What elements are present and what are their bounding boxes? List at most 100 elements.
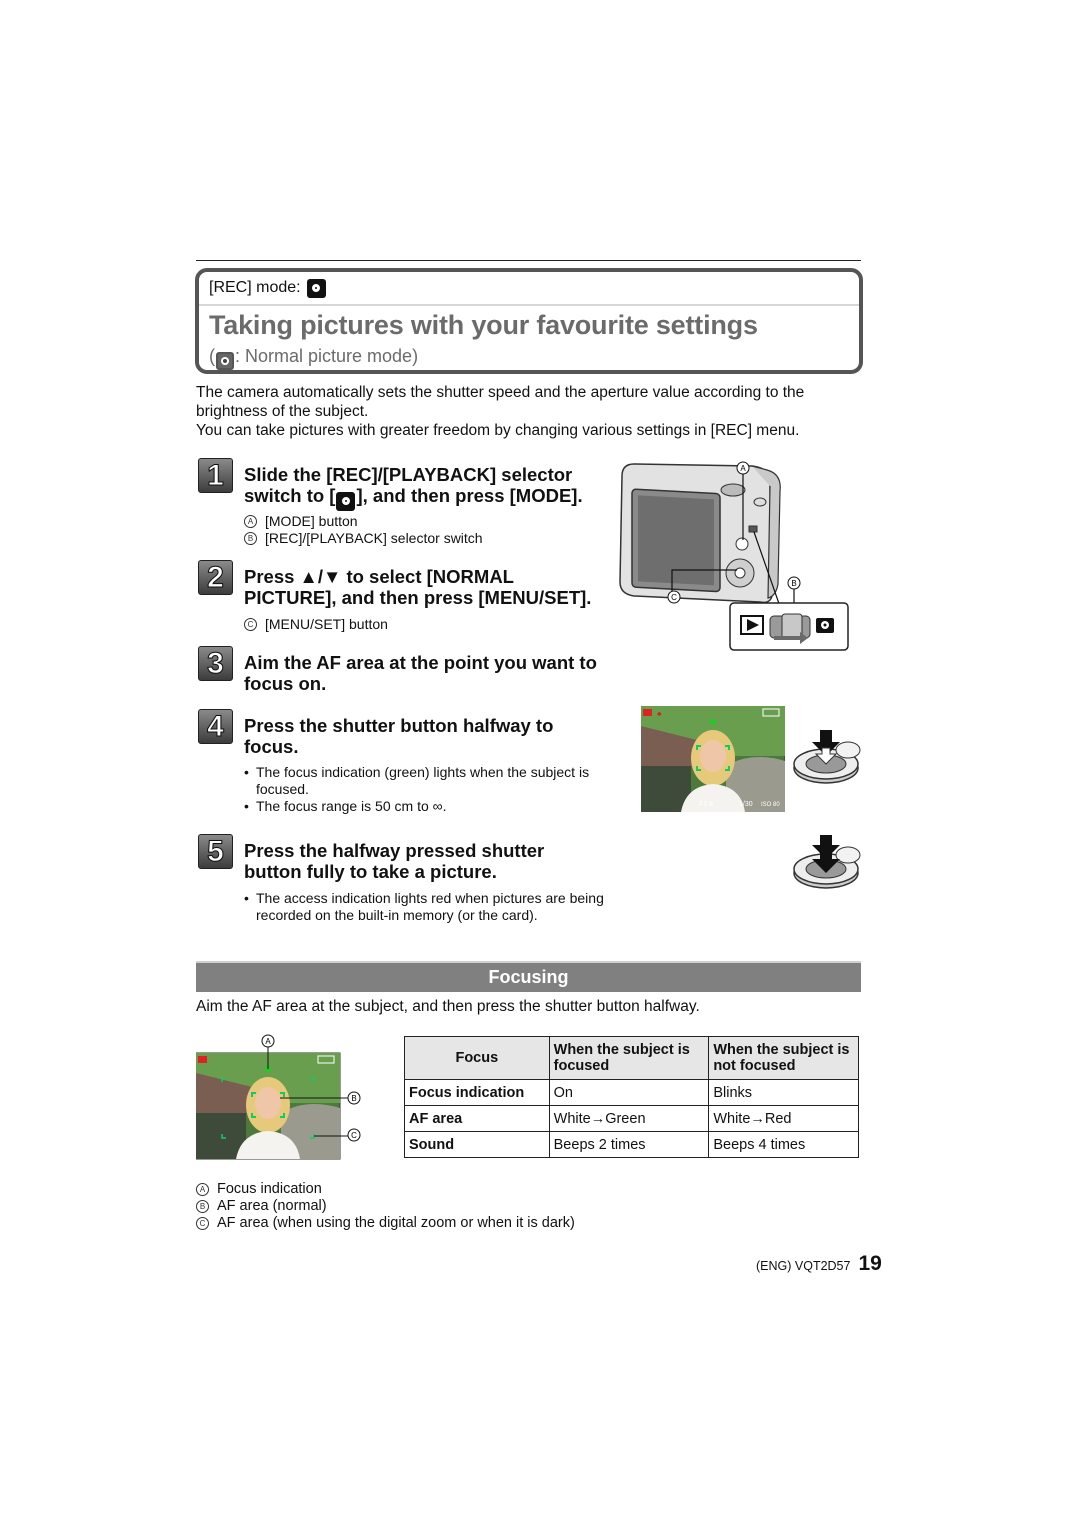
step-title-part: ], and then press [MODE]. bbox=[356, 485, 583, 506]
step-number-1: 1 bbox=[198, 458, 233, 493]
legend-text: AF area (when using the digital zoom or … bbox=[217, 1215, 575, 1231]
marker-c-icon: C bbox=[196, 1217, 209, 1230]
camera-body bbox=[619, 463, 781, 604]
camera-back-illustration: A B C bbox=[619, 461, 849, 651]
step-3-title: Aim the AF area at the point you want to… bbox=[244, 652, 597, 694]
step-title-line: Press ▲/▼ to select [NORMAL bbox=[244, 566, 514, 587]
bullet-item: The focus indication (green) lights when… bbox=[244, 764, 594, 798]
table-cell: On bbox=[548, 1079, 710, 1106]
step-title-line: Press the halfway pressed shutter bbox=[244, 840, 545, 861]
step-4-title: Press the shutter button halfway to focu… bbox=[244, 715, 553, 757]
step-number-4: 4 bbox=[198, 709, 233, 744]
table-header: When the subject is not focused bbox=[708, 1036, 859, 1080]
step-number-3: 3 bbox=[198, 646, 233, 681]
step-title-line: button fully to take a picture. bbox=[244, 861, 497, 882]
camera-normal-icon bbox=[216, 352, 234, 370]
note-item: A [MODE] button bbox=[244, 513, 483, 530]
focusing-legend: A Focus indication B AF area (normal) C AF … bbox=[196, 1181, 575, 1232]
step-5-title: Press the halfway pressed shutter button… bbox=[244, 840, 544, 882]
aperture-readout: F2.8 bbox=[699, 801, 713, 808]
selector-switch-inset bbox=[729, 602, 849, 651]
document-code: (ENG) VQT2D57 bbox=[756, 1259, 851, 1273]
rec-icon bbox=[643, 709, 652, 716]
table-row: Sound Beeps 2 times Beeps 4 times bbox=[404, 1131, 859, 1158]
note-item: B [REC]/[PLAYBACK] selector switch bbox=[244, 530, 483, 547]
scene-icon: ♣ bbox=[657, 711, 662, 718]
step-title-line: switch to [ ], and then press [MODE]. bbox=[244, 485, 583, 511]
table-row: AF area White→Green White→Red bbox=[404, 1105, 859, 1132]
marker-a-label: A bbox=[265, 1037, 271, 1046]
step-1-notes: A [MODE] button B [REC]/[PLAYBACK] selecto… bbox=[244, 513, 483, 547]
table-header-row: Focus When the subject is focused When t… bbox=[404, 1036, 859, 1080]
marker-b-icon: B bbox=[244, 532, 257, 545]
iso-readout: ISO 80 bbox=[761, 802, 780, 808]
focus-table: Focus When the subject is focused When t… bbox=[404, 1036, 859, 1158]
focusing-description: Aim the AF area at the subject, and then… bbox=[196, 998, 700, 1015]
step-4-bullets: The focus indication (green) lights when… bbox=[244, 764, 594, 815]
marker-c-icon: C bbox=[244, 618, 257, 631]
page-subtitle: ( : Normal picture mode) bbox=[209, 346, 418, 370]
step-2-title: Press ▲/▼ to select [NORMAL PICTURE], an… bbox=[244, 566, 591, 608]
camera-icon bbox=[336, 491, 356, 511]
legend-text: AF area (normal) bbox=[217, 1198, 327, 1214]
step-1-title: Slide the [REC]/[PLAYBACK] selector swit… bbox=[244, 464, 583, 511]
marker-c-label: C bbox=[351, 1131, 357, 1140]
shutter-halfway-illustration bbox=[793, 730, 861, 784]
marker-c-label: C bbox=[671, 593, 677, 602]
step-title-line: focus. bbox=[244, 736, 299, 757]
shutter-full-press-illustration bbox=[793, 835, 861, 889]
focus-photo-preview: ♣ F2.8 1/30 ISO 80 bbox=[641, 706, 785, 812]
page-title: Taking pictures with your favourite sett… bbox=[209, 310, 758, 340]
legend-item: B AF area (normal) bbox=[196, 1198, 575, 1215]
step-number-5: 5 bbox=[198, 834, 233, 869]
intro-paragraph: The camera automatically sets the shutte… bbox=[196, 384, 805, 420]
table-row: Focus indication On Blinks bbox=[404, 1079, 859, 1106]
subtitle-paren: ( bbox=[209, 346, 215, 366]
table-cell: AF area bbox=[404, 1105, 550, 1132]
bullet-item: The focus range is 50 cm to ∞. bbox=[244, 798, 594, 815]
focus-indication-icon bbox=[710, 719, 716, 725]
intro-paragraph: You can take pictures with greater freed… bbox=[196, 422, 800, 439]
step-title-part: switch to [ bbox=[244, 485, 336, 506]
note-text: [MODE] button bbox=[265, 513, 358, 529]
section-heading-focusing: Focusing bbox=[196, 961, 861, 992]
bullet-item: The access indication lights red when pi… bbox=[244, 890, 604, 924]
top-rule bbox=[196, 260, 861, 261]
table-cell: Blinks bbox=[708, 1079, 859, 1106]
note-text: [MENU/SET] button bbox=[265, 616, 388, 632]
rec-mode-row: [REC] mode: bbox=[199, 272, 859, 306]
note-item: C [MENU/SET] button bbox=[244, 616, 388, 633]
table-cell: White→Red bbox=[708, 1105, 859, 1132]
marker-b-label: B bbox=[791, 579, 796, 588]
rec-mode-label: [REC] mode: bbox=[209, 279, 301, 296]
table-header: Focus bbox=[404, 1036, 550, 1080]
page-footer: (ENG) VQT2D57 19 bbox=[756, 1252, 882, 1276]
marker-a-icon: A bbox=[196, 1183, 209, 1196]
table-cell: Beeps 2 times bbox=[548, 1131, 710, 1158]
intro-text: The camera automatically sets the shutte… bbox=[196, 383, 866, 440]
marker-a-label: A bbox=[740, 464, 746, 473]
table-cell: Sound bbox=[404, 1131, 550, 1158]
marker-b-label: B bbox=[351, 1094, 356, 1103]
step-title-line: Aim the AF area at the point you want to bbox=[244, 652, 597, 673]
page-number: 19 bbox=[858, 1252, 882, 1275]
title-box: [REC] mode: Taking pictures with your fa… bbox=[195, 268, 863, 374]
note-text: [REC]/[PLAYBACK] selector switch bbox=[265, 530, 483, 546]
shutter-readout: 1/30 bbox=[739, 801, 753, 808]
af-area-diagram: A B C bbox=[196, 1034, 361, 1160]
legend-item: A Focus indication bbox=[196, 1181, 575, 1198]
table-cell: White→Green bbox=[548, 1105, 710, 1132]
step-title-line: PICTURE], and then press [MENU/SET]. bbox=[244, 587, 592, 608]
table-cell: Focus indication bbox=[404, 1079, 550, 1106]
marker-b-icon: B bbox=[196, 1200, 209, 1213]
step-title-line: Press the shutter button halfway to bbox=[244, 715, 554, 736]
legend-text: Focus indication bbox=[217, 1181, 322, 1197]
step-2-notes: C [MENU/SET] button bbox=[244, 616, 388, 633]
table-header: When the subject is focused bbox=[548, 1036, 710, 1080]
legend-item: C AF area (when using the digital zoom or… bbox=[196, 1215, 575, 1232]
subtitle-text: : Normal picture mode) bbox=[235, 346, 419, 366]
step-title-line: Slide the [REC]/[PLAYBACK] selector bbox=[244, 464, 573, 485]
step-title-line: focus on. bbox=[244, 673, 327, 694]
step-5-bullets: The access indication lights red when pi… bbox=[244, 890, 604, 924]
marker-a-icon: A bbox=[244, 515, 257, 528]
